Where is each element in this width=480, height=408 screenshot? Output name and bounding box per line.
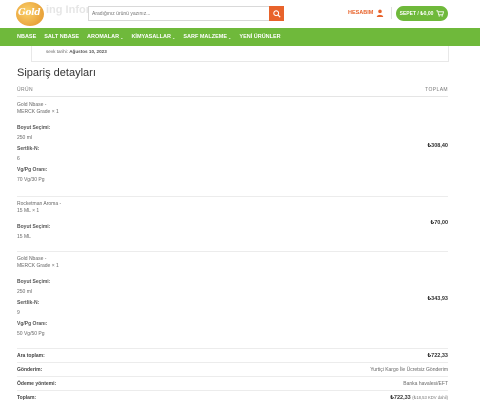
order-total-label: Toplam: [17,395,37,401]
nav-label: YENİ ÜRÜNLER [239,34,281,40]
order-table-header: ÜRÜN TOPLAM [17,87,448,97]
cart-button[interactable]: SEPET / ₺0,00 [396,6,448,21]
line-item-price: ₺70,00 [430,220,448,226]
meta-value-size: 250 ml [17,135,33,141]
product-variant-qty: MERCK Grade × 1 [17,109,59,115]
meta-key-size: Boyut Seçimi: [17,279,51,285]
subtotal-label: Ara toplam: [17,353,45,359]
meta-key-size: Boyut Seçimi: [17,224,51,230]
shipping-value: Yurtiçi Kargo İle Ücretsiz Gönderim [370,367,448,373]
meta-key-strength: Sertlik-N: [17,300,40,306]
meta-key-strength: Sertlik-N: [17,146,40,152]
site-logo[interactable]: Gold [16,2,44,26]
nav-label: KİMYASALLAR [131,34,171,40]
meta-key-vgpg: Vg/Pg Oranı: [17,167,48,173]
meta-value-size: 15 ML [17,234,31,240]
shipping-date-prefix: sevk tarihi: [46,49,70,54]
line-item-price: ₺308,40 [427,143,448,149]
shipping-date-text: sevk tarihi: Ağustos 10, 2023 [46,49,107,54]
nav-label: SALT NBASE [44,34,79,40]
meta-value-vgpg: 70 Vg/30 Pg [17,177,45,183]
nav-label: AROMALAR [87,34,120,40]
header-divider [391,7,392,19]
search-icon [272,9,281,18]
account-link[interactable]: HESABIM [348,9,384,17]
order-item-row: Gold Nbase - MERCK Grade × 1 Boyut Seçim… [17,97,448,197]
meta-key-vgpg: Vg/Pg Oranı: [17,321,48,327]
chevron-down-icon: ⌄ [228,34,232,40]
shipping-label: Gönderim: [17,367,43,373]
search-button[interactable] [269,6,284,21]
line-item-price: ₺343,93 [427,296,448,302]
subtotal-row: Ara toplam: ₺722,33 [17,349,448,363]
order-details-title: Sipariş detayları [17,67,96,79]
nav-item-salt-nbase[interactable]: SALT NBASE [44,34,79,40]
product-variant-qty: MERCK Grade × 1 [17,263,59,269]
payment-method-value: Banka havalesi/EFT [403,381,448,387]
product-name-link[interactable]: Gold Nbase - [17,256,46,262]
order-total-value-wrap: ₺722,33 (₺18,53 KDV dahil) [390,395,448,401]
meta-value-vgpg: 50 Vg/50 Pg [17,331,45,337]
product-name-link[interactable]: Rocketman Aroma - [17,201,61,207]
meta-value-strength: 6 [17,156,20,162]
column-header-product: ÜRÜN [17,87,34,93]
cart-icon [436,10,445,17]
search-input[interactable] [92,9,267,19]
payment-method-label: Ödeme yöntemi: [17,381,57,387]
meta-value-strength: 9 [17,310,20,316]
shipping-notice-box: sevk tarihi: Ağustos 10, 2023 [31,46,449,62]
cart-label: SEPET / ₺0,00 [399,10,434,17]
chevron-down-icon: ⌄ [120,34,124,40]
order-item-row: Gold Nbase - MERCK Grade × 1 Boyut Seçim… [17,252,448,349]
nav-label: SARF MALZEME [183,34,228,40]
nav-item-aromalar[interactable]: AROMALAR ⌄ [87,34,123,40]
product-name-link[interactable]: Gold Nbase - [17,102,46,108]
nav-label: NBASE [17,34,37,40]
nav-item-yeni-urunler[interactable]: YENİ ÜRÜNLER [239,34,280,40]
search-bar [88,6,284,21]
shipping-row: Gönderim: Yurtiçi Kargo İle Ücretsiz Gön… [17,363,448,377]
meta-value-size: 250 ml [17,289,33,295]
nav-item-sarf-malzeme[interactable]: SARF MALZEME ⌄ [183,34,231,40]
order-item-row: Rocketman Aroma - 15 ML × 1 Boyut Seçimi… [17,197,448,252]
shipping-date: Ağustos 10, 2023 [69,49,107,54]
subtotal-value: ₺722,33 [427,353,448,359]
user-icon [377,9,384,17]
logo-text: Gold [18,8,41,18]
account-label: HESABIM [348,10,374,16]
order-total-row: Toplam: ₺722,33 (₺18,53 KDV dahil) [17,391,448,405]
column-header-total: TOPLAM [425,87,448,93]
product-variant-qty: 15 ML × 1 [17,208,40,214]
nav-item-nbase[interactable]: NBASE [17,34,36,40]
meta-key-size: Boyut Seçimi: [17,125,51,131]
nav-item-kimyasallar[interactable]: KİMYASALLAR ⌄ [131,34,175,40]
payment-method-row: Ödeme yöntemi: Banka havalesi/EFT [17,377,448,391]
site-header: Gold ing Inform HESABIM SEPET / ₺0,00 [0,0,480,28]
order-tax-note: (₺18,53 KDV dahil) [412,395,448,400]
chevron-down-icon: ⌄ [171,34,176,40]
order-total-value: ₺722,33 [390,395,411,401]
main-nav: NBASE SALT NBASE AROMALAR ⌄ KİMYASALLAR ⌄ … [0,28,480,46]
